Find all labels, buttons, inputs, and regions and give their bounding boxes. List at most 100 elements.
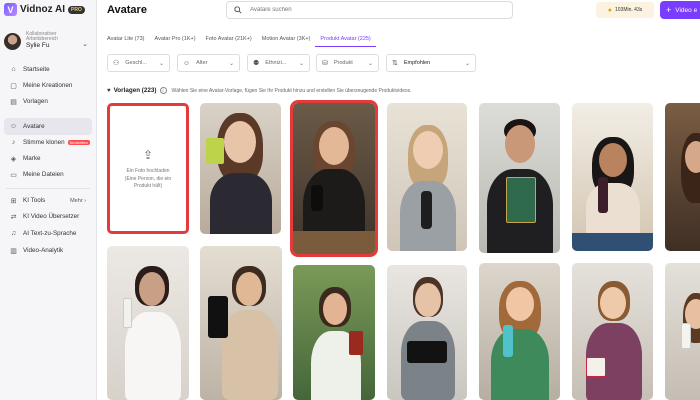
age-icon: ☺ (183, 59, 191, 67)
coin-icon: ● (607, 6, 612, 14)
sidebar-item-ai-text-zu-sprache[interactable]: ♫ AI Text-zu-Sprache (4, 225, 92, 242)
heart-icon: ♥ (107, 87, 111, 94)
avatar-template-card[interactable] (200, 246, 282, 400)
vidnoz-logo-icon: V (4, 3, 17, 16)
sidebar-item-video-analytik[interactable]: ▥ Video-Analytik (4, 242, 92, 259)
tab-avatar-pro[interactable]: Avatar Pro (1K+) (150, 36, 201, 47)
info-icon[interactable]: i (159, 87, 167, 94)
sidebar-item-label: Avatare (23, 123, 45, 130)
sidebar-item-label: Vorlagen (23, 98, 48, 105)
create-video-button[interactable]: + Video e (660, 1, 700, 19)
sidebar-item-stimme-klonen[interactable]: ♪ Stimme klonen Neuheiten (4, 134, 92, 151)
templates-description: Wählen Sie eine Avatar-Vorlage, fügen Si… (171, 87, 412, 94)
logo-text: Vidnoz AI (20, 4, 65, 15)
avatar-template-card[interactable] (665, 263, 700, 400)
avatar-template-card[interactable] (572, 263, 653, 400)
page-title: Avatare (107, 4, 147, 16)
upload-photo-card[interactable]: ⇪ Ein Foto hochladen (Eine Person, die e… (107, 103, 189, 234)
avatar-template-card-selected[interactable] (290, 100, 378, 257)
sidebar-item-label: AI Text-zu-Sprache (23, 230, 77, 237)
divider (6, 188, 90, 189)
workspace-name: Sylie Fu (26, 42, 50, 50)
filter-age[interactable]: ☺ Alter ⌄ (177, 54, 240, 72)
search-icon (234, 6, 242, 14)
chevron-down-icon: ⌄ (82, 41, 88, 48)
avatar-template-card[interactable] (387, 103, 467, 251)
sidebar-item-meine-kreationen[interactable]: ▢ Meine Kreationen (4, 77, 92, 94)
files-icon: ▭ (10, 171, 17, 179)
more-link[interactable]: Mehr › (70, 198, 86, 204)
ki-tools-header[interactable]: ⊞ KI Tools Mehr › (4, 192, 92, 209)
create-video-label: Video e (675, 6, 698, 14)
filter-ethnicity[interactable]: ⚉ Ethnizi... ⌄ (247, 54, 310, 72)
product-icon: ⛁ (322, 60, 328, 67)
templates-header: ♥ Vorlagen (223) i Wählen Sie eine Avata… (107, 87, 412, 94)
sort-icon: ⇅ (392, 60, 398, 67)
logo[interactable]: V Vidnoz AI PRO (4, 3, 85, 16)
brand-icon: ◈ (10, 155, 17, 163)
tab-foto-avatar[interactable]: Foto Avatar (21K+) (201, 36, 257, 47)
sidebar-item-label: KI Video Übersetzer (23, 213, 80, 220)
tab-produkt-avatar[interactable]: Produkt Avatar (225) (315, 36, 376, 47)
sidebar-item-ki-video-uebersetzer[interactable]: ⇄ KI Video Übersetzer (4, 208, 92, 225)
pro-badge: PRO (68, 5, 85, 14)
filter-gender[interactable]: ⚇ Geschl... ⌄ (107, 54, 170, 72)
ki-tools-label: KI Tools (23, 197, 46, 204)
avatar-template-card[interactable] (200, 103, 281, 234)
sidebar: V Vidnoz AI PRO Kollaborativer Arbeitsbe… (0, 0, 97, 400)
filter-product[interactable]: ⛁ Produkt ⌄ (316, 54, 379, 72)
grid-icon: ⊞ (10, 197, 17, 205)
avatar-template-card[interactable] (479, 263, 560, 400)
chevron-down-icon: ⌄ (298, 60, 304, 67)
workspace-switcher[interactable]: Kollaborativer Arbeitsbereich Sylie Fu ⌄ (4, 28, 94, 54)
credits-badge[interactable]: ● 103Min. 43s (596, 2, 654, 18)
filter-sort[interactable]: ⇅ Empfohlen ⌄ (386, 54, 476, 72)
gender-icon: ⚇ (113, 60, 120, 67)
chevron-down-icon: ⌄ (464, 60, 470, 67)
sidebar-item-marke[interactable]: ◈ Marke (4, 150, 92, 167)
avatar-template-card[interactable] (387, 265, 467, 400)
avatar-tabs: Avatar Lite (73) Avatar Pro (1K+) Foto A… (107, 36, 376, 47)
avatar-template-card[interactable] (293, 265, 375, 400)
tab-avatar-lite[interactable]: Avatar Lite (73) (107, 36, 150, 47)
sidebar-item-vorlagen[interactable]: ▤ Vorlagen (4, 93, 92, 110)
avatar-template-card[interactable] (479, 103, 560, 253)
sidebar-item-label: Meine Dateien (23, 171, 64, 178)
avatar (4, 32, 21, 50)
sidebar-item-avatare[interactable]: ☺ Avatare (4, 118, 92, 135)
templates-title: Vorlagen (223) (113, 87, 157, 94)
voice-icon: ♪ (11, 139, 16, 146)
chevron-down-icon: ⌄ (228, 60, 234, 67)
template-icon: ▤ (10, 98, 17, 106)
home-icon: ⌂ (11, 66, 16, 73)
sidebar-item-meine-dateien[interactable]: ▭ Meine Dateien (4, 166, 92, 183)
new-badge: Neuheiten (67, 140, 90, 145)
avatar-template-card[interactable] (572, 103, 653, 251)
ethnicity-icon: ⚉ (253, 60, 260, 67)
upload-title: Ein Foto hochladen (126, 168, 170, 174)
credits-value: 103Min. 43s (614, 7, 643, 13)
folder-icon: ▢ (10, 82, 17, 90)
search-input[interactable] (250, 7, 490, 13)
tts-icon: ♫ (10, 230, 17, 237)
sidebar-item-label: Startseite (23, 66, 50, 73)
search-bar[interactable] (226, 1, 513, 19)
chevron-down-icon: ⌄ (367, 60, 373, 67)
upload-subtitle: (Eine Person, die ein Produkt hält) (124, 176, 172, 189)
translate-icon: ⇄ (10, 213, 17, 221)
sidebar-item-label: Marke (23, 155, 41, 162)
workspace-subtitle: Kollaborativer Arbeitsbereich (26, 30, 58, 43)
sidebar-item-label: Video-Analytik (23, 247, 64, 254)
analytics-icon: ▥ (10, 247, 17, 255)
avatar-icon: ☺ (9, 123, 18, 130)
sidebar-item-label: Stimme klonen (23, 139, 65, 146)
avatar-template-card[interactable] (665, 103, 700, 251)
avatar-template-card[interactable] (107, 246, 189, 400)
sidebar-item-label: Meine Kreationen (23, 82, 73, 89)
tab-motion-avatar[interactable]: Motion Avatar (3K+) (257, 36, 316, 47)
upload-icon: ⇪ (142, 148, 154, 162)
chevron-down-icon: ⌄ (158, 60, 164, 67)
sidebar-item-startseite[interactable]: ⌂ Startseite (4, 61, 92, 78)
plus-icon: + (666, 5, 672, 15)
app-root: V Vidnoz AI PRO Kollaborativer Arbeitsbe… (0, 0, 700, 400)
